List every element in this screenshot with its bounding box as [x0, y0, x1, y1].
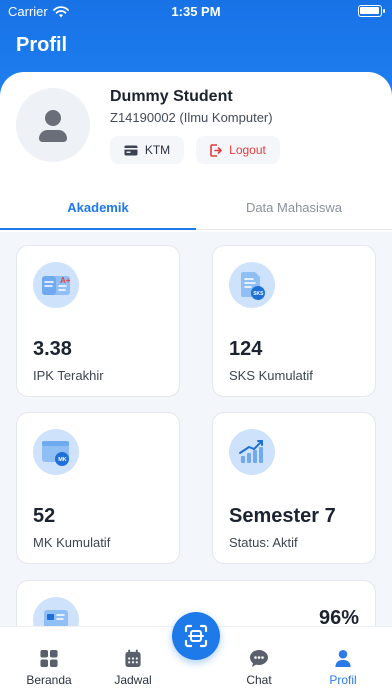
- active-tab-indicator: [0, 228, 196, 230]
- tab-data-mahasiswa-label: Data Mahasiswa: [245, 199, 343, 215]
- profile-tabs: Akademik Data Mahasiswa: [0, 184, 392, 230]
- calendar-icon: [125, 649, 141, 668]
- page-title: Profil: [16, 34, 68, 56]
- grid-icon: [40, 649, 58, 668]
- growth-chart-icon: [229, 429, 275, 475]
- battery-icon: [358, 5, 385, 17]
- status-time: 1:35 PM: [171, 4, 221, 19]
- student-nim: Z14190002 (Ilmu Komputer): [110, 110, 273, 125]
- stat-label-ipk: IPK Terakhir: [33, 368, 104, 383]
- avatar[interactable]: [16, 88, 90, 162]
- tab-akademik-label: Akademik: [67, 199, 129, 215]
- nav-label-profil: Profil: [329, 673, 357, 687]
- stat-card-ipk[interactable]: A+ 3.38 IPK Terakhir: [16, 245, 180, 397]
- stat-value-ipk: 3.38: [33, 338, 72, 360]
- grades-icon: A+: [33, 262, 79, 308]
- chat-bubble-icon: [250, 650, 268, 667]
- ktm-label: KTM: [144, 143, 171, 157]
- stat-card-semester[interactable]: Semester 7 Status: Aktif: [212, 412, 376, 564]
- stat-card-mk[interactable]: MK 52 MK Kumulatif: [16, 412, 180, 564]
- avatar-head-icon: [45, 110, 61, 126]
- tab-akademik[interactable]: Akademik: [0, 184, 196, 230]
- svg-text:A+: A+: [60, 276, 71, 285]
- nav-item-chat[interactable]: Chat: [224, 627, 294, 687]
- stat-label-sks: SKS Kumulatif: [229, 368, 313, 383]
- svg-text:MK: MK: [58, 457, 67, 463]
- battery-level: [360, 7, 379, 14]
- tab-data-mahasiswa[interactable]: Data Mahasiswa: [196, 184, 392, 230]
- ktm-button[interactable]: KTM: [110, 136, 184, 164]
- nav-item-profil[interactable]: Profil: [308, 627, 378, 687]
- stat-value-sks: 124: [229, 338, 263, 360]
- scan-button[interactable]: [172, 612, 220, 660]
- scan-icon: [184, 624, 208, 648]
- id-card-icon: [124, 145, 138, 155]
- course-window-icon: MK: [33, 429, 79, 475]
- logout-button[interactable]: Logout: [196, 136, 280, 164]
- sks-document-icon: SKS: [229, 262, 275, 308]
- nav-label-chat: Chat: [246, 673, 272, 687]
- nav-item-beranda[interactable]: Beranda: [14, 627, 84, 687]
- nav-label-beranda: Beranda: [26, 673, 72, 687]
- user-icon: [335, 649, 351, 668]
- nav-label-jadwal: Jadwal: [114, 673, 152, 687]
- nav-item-jadwal[interactable]: Jadwal: [98, 627, 168, 687]
- stat-value-semester: Semester 7: [229, 505, 336, 527]
- logout-icon: [210, 143, 222, 157]
- stat-value-mk: 52: [33, 505, 56, 527]
- svg-text:SKS: SKS: [253, 291, 264, 297]
- logout-label: Logout: [229, 143, 266, 157]
- avatar-body-icon: [39, 130, 67, 142]
- stat-label-semester: Status: Aktif: [229, 535, 298, 550]
- stat-label-mk: MK Kumulatif: [33, 535, 111, 550]
- status-bar: Carrier 1:35 PM: [0, 0, 392, 22]
- student-name: Dummy Student: [110, 88, 233, 105]
- stat-card-sks[interactable]: SKS 124 SKS Kumulatif: [212, 245, 376, 397]
